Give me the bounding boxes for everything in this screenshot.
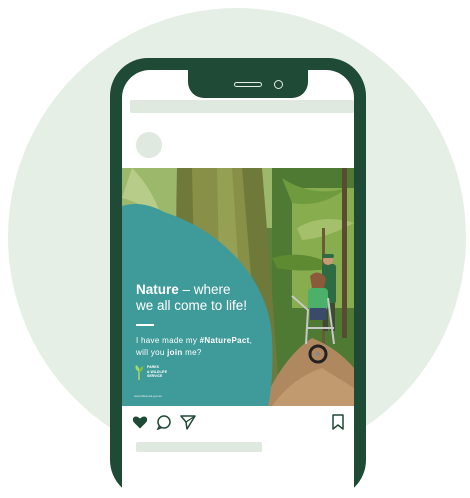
speaker-icon — [234, 82, 262, 87]
heart-icon[interactable] — [132, 414, 148, 430]
post-actions — [132, 414, 346, 430]
caption-placeholder-bar — [136, 442, 262, 452]
bookmark-icon[interactable] — [330, 414, 346, 430]
leaf-logo-icon — [135, 365, 144, 380]
camera-icon — [274, 80, 283, 89]
headline-rest: – where — [178, 282, 231, 297]
phone-frame: Nature – where we all come to life! I ha… — [110, 58, 366, 498]
pact-line1-suffix: , — [249, 336, 253, 345]
headline-line2: we all come to life! — [136, 298, 248, 313]
post-image[interactable]: Nature – where we all come to life! I ha… — [122, 168, 354, 406]
post-headline: Nature – where we all come to life! — [136, 282, 286, 314]
header-placeholder-bar — [130, 100, 354, 113]
phone-screen: Nature – where we all come to life! I ha… — [122, 70, 354, 498]
pact-line1-prefix: I have made my — [136, 336, 200, 345]
comment-icon[interactable] — [156, 414, 172, 430]
pact-join: join — [167, 348, 183, 357]
brand-logo: PARKS & WILDLIFE SERVICE — [134, 364, 167, 380]
pact-hashtag: #NaturePact — [199, 336, 250, 345]
post-overlay-text: Nature – where we all come to life! I ha… — [136, 282, 286, 359]
avatar[interactable] — [136, 132, 162, 158]
pact-text: I have made my #NaturePact, will you joi… — [136, 335, 286, 359]
headline-bold: Nature — [136, 282, 179, 297]
pact-line2-prefix: will you — [136, 348, 168, 357]
small-caption: www.dbca.wa.gov.au — [134, 394, 162, 398]
pact-line2-suffix: me? — [182, 348, 202, 357]
brand-line3: SERVICE — [147, 374, 163, 379]
phone-notch — [188, 70, 308, 98]
brand-text: PARKS & WILDLIFE SERVICE — [147, 365, 167, 379]
send-icon[interactable] — [180, 414, 196, 430]
divider — [136, 324, 154, 326]
